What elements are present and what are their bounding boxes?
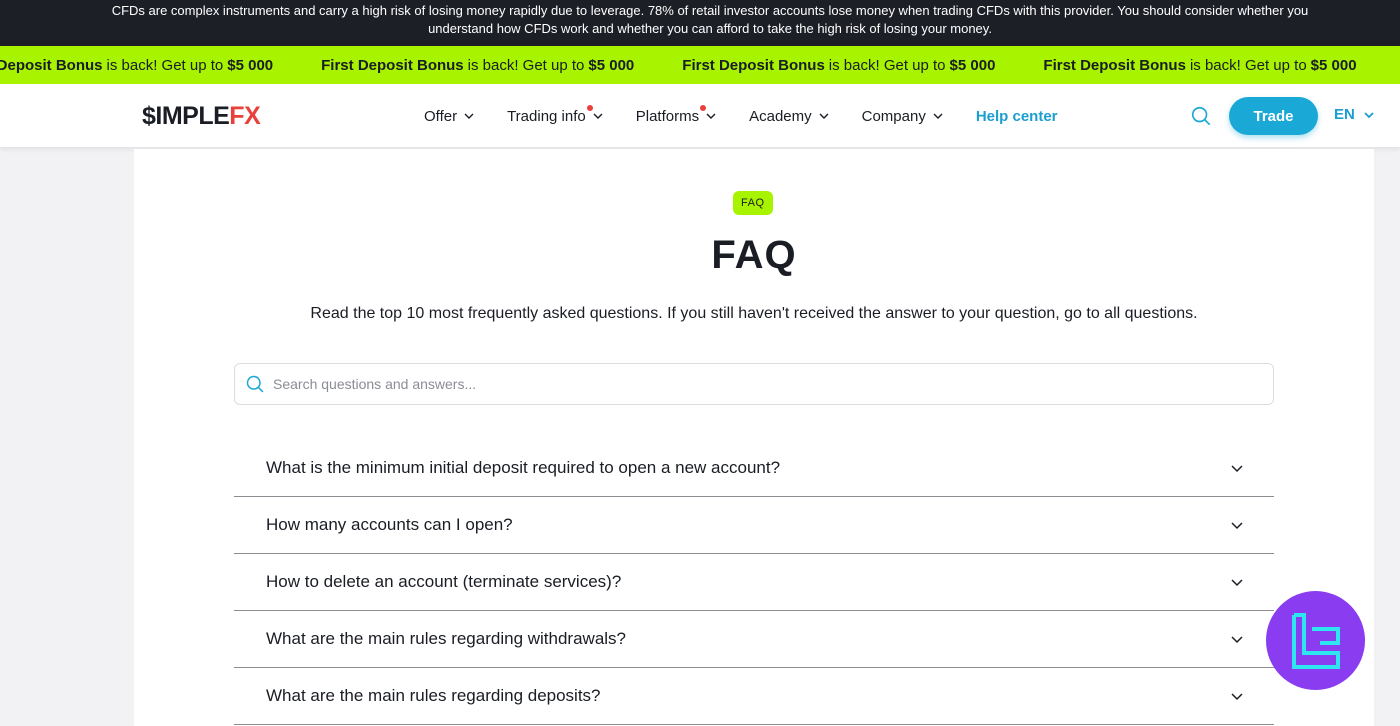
site-header: $IMPLEFX Offer Trading info Platforms Acade…: [0, 84, 1400, 148]
chevron-down-icon: [1231, 522, 1243, 530]
search-icon[interactable]: [1190, 105, 1212, 127]
nav-item-company[interactable]: Company: [862, 108, 944, 125]
promo-text: is back! Get up to: [106, 56, 224, 74]
faq-item[interactable]: How many accounts can I open?: [234, 497, 1274, 554]
promo-item: First Deposit Bonusis back! Get up to$5 …: [0, 57, 273, 74]
faq-question: What are the main rules regarding withdr…: [266, 629, 627, 648]
faq-item[interactable]: What are the main rules regarding withdr…: [234, 611, 1274, 668]
promo-text: is back! Get up to: [467, 56, 585, 74]
promo-amount: $5 000: [227, 56, 274, 74]
nav-item-label: Platforms: [635, 107, 700, 125]
logo-accent-text: FX: [229, 102, 261, 130]
risk-warning-line2: understand how CFDs work and whether you…: [428, 21, 992, 36]
simplefx-logo[interactable]: $IMPLEFX: [142, 102, 261, 131]
nav-item-label: Trading info: [507, 107, 586, 125]
faq-search-input[interactable]: [273, 376, 1233, 392]
faq-item[interactable]: What are the main rules regarding deposi…: [234, 668, 1274, 725]
promo-text: is back! Get up to: [828, 56, 946, 74]
nav-item-platforms[interactable]: Platforms: [635, 104, 717, 125]
main-nav: Offer Trading info Platforms Academy Company…: [424, 84, 1058, 148]
chevron-down-icon: [1364, 111, 1374, 118]
chevron-down-icon: [819, 113, 829, 119]
risk-warning-line1: CFDs are complex instruments and carry a…: [111, 3, 1309, 18]
promo-bonus-label: First Deposit Bonus: [0, 56, 103, 74]
faq-item[interactable]: What is the minimum initial deposit requ…: [234, 440, 1274, 497]
nav-item-trading-info[interactable]: Trading info: [507, 104, 604, 125]
search-icon: [246, 375, 264, 393]
promo-ticker[interactable]: First Deposit Bonusis back! Get up to$5 …: [0, 46, 1400, 84]
chevron-down-icon: [933, 113, 943, 119]
faq-search-box[interactable]: [234, 363, 1274, 405]
chevron-down-icon: [706, 113, 716, 119]
chevron-down-icon: [464, 113, 474, 119]
language-label: EN: [1334, 106, 1355, 123]
tc-logo-icon: [1291, 612, 1340, 669]
nav-item-help-center[interactable]: Help center: [976, 108, 1058, 125]
faq-question: What are the main rules regarding deposi…: [266, 686, 601, 705]
promo-amount: $5 000: [1310, 56, 1357, 74]
nav-item-academy[interactable]: Academy: [749, 108, 830, 125]
promo-bonus-label: First Deposit Bonus: [1043, 56, 1186, 74]
promo-item: First Deposit Bonusis back! Get up to$5 …: [321, 57, 634, 74]
faq-subtitle: Read the top 10 most frequently asked qu…: [310, 305, 1198, 322]
faq-badge: FAQ: [733, 191, 773, 215]
nav-item-label: Offer: [424, 107, 458, 125]
nav-item-label: Company: [861, 107, 926, 125]
promo-amount: $5 000: [949, 56, 996, 74]
chevron-down-icon: [1231, 693, 1243, 701]
faq-item[interactable]: How to delete an account (terminate serv…: [234, 554, 1274, 611]
faq-section: FAQ FAQ Read the top 10 most frequently …: [134, 149, 1374, 726]
promo-bonus-label: First Deposit Bonus: [321, 56, 464, 74]
promo-text: is back! Get up to: [1189, 56, 1307, 74]
notification-dot: [587, 104, 594, 111]
promo-bonus-label: First Deposit Bonus: [682, 56, 825, 74]
nav-item-label: Academy: [749, 107, 812, 125]
faq-question: How many accounts can I open?: [266, 515, 513, 534]
logo-main-text: $IMPLE: [142, 102, 230, 130]
language-selector[interactable]: EN: [1334, 106, 1375, 123]
tradingfinder-logo-badge: [1266, 591, 1365, 690]
faq-list: What is the minimum initial deposit requ…: [234, 440, 1274, 725]
chevron-down-icon: [1231, 636, 1243, 644]
notification-dot: [699, 104, 706, 111]
chevron-down-icon: [1231, 465, 1243, 473]
chevron-down-icon: [1231, 579, 1243, 587]
nav-item-offer[interactable]: Offer: [424, 108, 475, 125]
faq-question: What is the minimum initial deposit requ…: [266, 458, 781, 477]
promo-track: First Deposit Bonusis back! Get up to$5 …: [0, 46, 1400, 84]
trade-button[interactable]: Trade: [1229, 97, 1318, 135]
chevron-down-icon: [593, 113, 603, 119]
promo-item: First Deposit Bonusis back! Get up to$5 …: [682, 57, 995, 74]
page-title: FAQ: [711, 233, 797, 277]
risk-warning-bar: CFDs are complex instruments and carry a…: [0, 0, 1400, 46]
promo-item: First Deposit Bonusis back! Get up to$5 …: [1043, 57, 1356, 74]
faq-question: How to delete an account (terminate serv…: [266, 572, 622, 591]
promo-amount: $5 000: [588, 56, 635, 74]
